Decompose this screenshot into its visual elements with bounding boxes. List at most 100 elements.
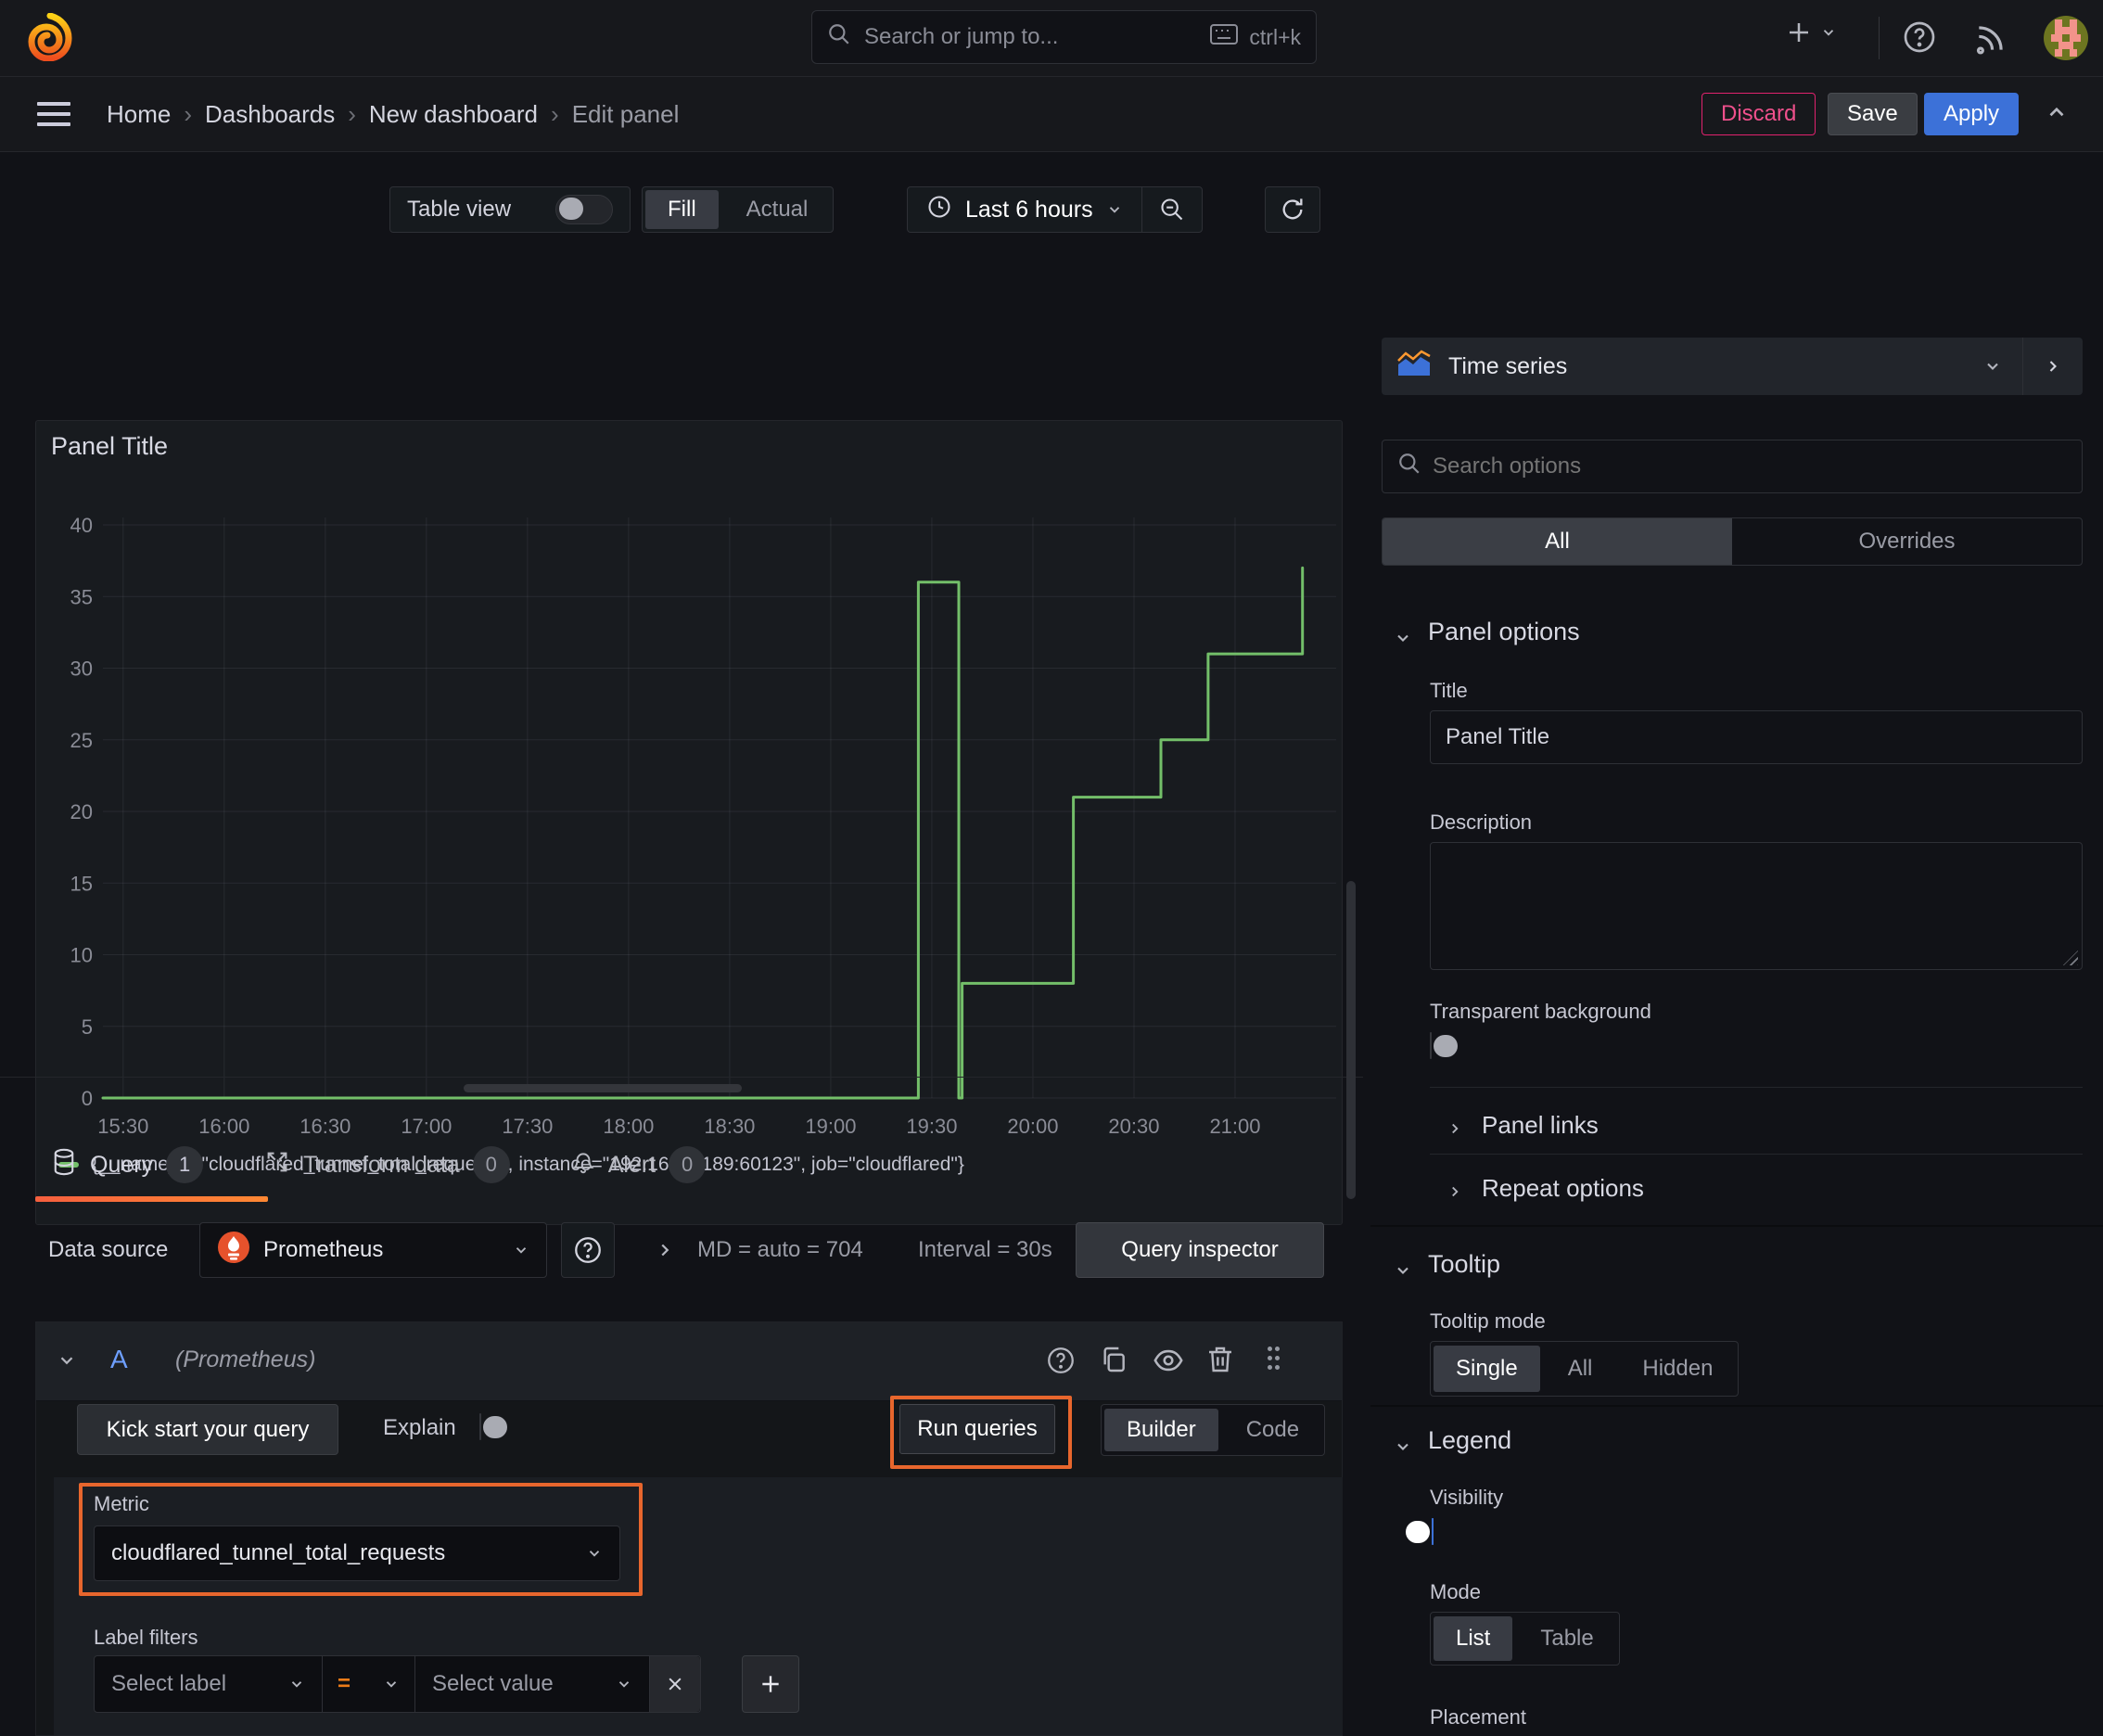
visualization-picker[interactable]: Time series [1382, 338, 2083, 395]
tab-query[interactable]: Query 1 [51, 1146, 204, 1183]
mode-list[interactable]: List [1434, 1616, 1513, 1661]
panel-links-section[interactable]: Panel links [1482, 1111, 1599, 1140]
datasource-picker[interactable]: Prometheus [199, 1222, 547, 1278]
chevron-right-icon[interactable] [1447, 1183, 1463, 1200]
expand-chevron-right-icon[interactable] [655, 1240, 675, 1260]
global-search[interactable]: ctrl+k [811, 10, 1317, 64]
visibility-toggle[interactable] [1406, 1518, 1434, 1545]
options-search-input[interactable] [1433, 453, 2067, 479]
collapse-chevron-down-icon[interactable] [57, 1350, 77, 1371]
avatar[interactable] [2044, 16, 2088, 60]
add-menu-button[interactable] [1785, 19, 1837, 46]
transparent-bg-toggle[interactable] [1430, 1032, 1458, 1059]
vertical-scrollbar[interactable] [1346, 881, 1356, 1199]
panel-title-input[interactable] [1430, 710, 2083, 764]
tooltip-hidden[interactable]: Hidden [1620, 1346, 1735, 1392]
tooltip-all[interactable]: All [1546, 1346, 1615, 1392]
zoom-out-button[interactable] [1142, 187, 1202, 232]
run-queries-button[interactable]: Run queries [899, 1404, 1055, 1454]
collapse-chevron-up-icon[interactable] [2045, 100, 2069, 124]
mode-table[interactable]: Table [1518, 1616, 1615, 1661]
description-textarea[interactable] [1430, 842, 2083, 970]
split-divider [0, 1077, 1363, 1078]
breadcrumb: Home › Dashboards › New dashboard › Edit… [107, 77, 679, 151]
metric-label: Metric [94, 1492, 149, 1515]
tab-overrides[interactable]: Overrides [1732, 518, 2082, 565]
breadcrumb-home[interactable]: Home [107, 100, 171, 129]
bell-icon [571, 1149, 595, 1181]
svg-text:20: 20 [70, 800, 93, 823]
select-value-dropdown[interactable]: Select value [415, 1656, 649, 1712]
tooltip-mode-switch: Single All Hidden [1430, 1341, 1740, 1397]
options-search[interactable] [1382, 440, 2083, 493]
transform-icon [264, 1149, 290, 1181]
search-icon [1397, 452, 1421, 482]
svg-text:21:00: 21:00 [1209, 1115, 1260, 1138]
resize-handle-icon[interactable] [2063, 951, 2078, 965]
chevron-down-icon[interactable] [1394, 629, 1412, 647]
duplicate-query-icon[interactable] [1099, 1345, 1128, 1374]
label-filters-label: Label filters [94, 1626, 198, 1649]
builder-option[interactable]: Builder [1104, 1409, 1218, 1451]
keyboard-icon [1210, 23, 1239, 51]
query-inspector-button[interactable]: Query inspector [1076, 1222, 1324, 1278]
legend-heading[interactable]: Legend [1428, 1426, 1511, 1455]
drag-grip-icon[interactable] [1268, 1347, 1282, 1374]
legend-mode-switch: List Table [1430, 1612, 1620, 1666]
save-button[interactable]: Save [1828, 93, 1918, 135]
actual-option[interactable]: Actual [724, 190, 831, 229]
svg-text:30: 30 [70, 657, 93, 681]
tab-transform-badge: 0 [472, 1146, 510, 1183]
tab-transform[interactable]: Transform data 0 [264, 1146, 510, 1183]
topbar-divider [1879, 17, 1880, 59]
remove-filter-button[interactable] [649, 1656, 700, 1712]
datasource-row: Data source Prometheus MD = auto = 704 I… [0, 1222, 1343, 1278]
apply-button[interactable]: Apply [1924, 93, 2020, 135]
divider [1430, 1154, 2083, 1155]
metric-select[interactable]: cloudflared_tunnel_total_requests [94, 1525, 620, 1581]
hide-query-eye-icon[interactable] [1153, 1347, 1184, 1374]
tab-transform-label: Transform data [303, 1151, 460, 1178]
panel-options-heading[interactable]: Panel options [1428, 618, 1580, 646]
query-row-header[interactable]: A (Prometheus) [36, 1322, 1342, 1401]
edit-main: Table view Fill Actual Last 6 hours Pane… [0, 151, 1363, 1736]
datasource-help-button[interactable] [561, 1222, 615, 1278]
chevron-down-icon[interactable] [1394, 1261, 1412, 1280]
tab-all[interactable]: All [1383, 518, 1732, 565]
repeat-options-section[interactable]: Repeat options [1482, 1174, 1644, 1203]
tab-alert[interactable]: Alert 0 [571, 1146, 707, 1183]
svg-text:18:30: 18:30 [704, 1115, 755, 1138]
time-range-picker[interactable]: Last 6 hours [908, 187, 1141, 232]
help-icon[interactable] [1901, 19, 1938, 56]
operator-dropdown[interactable]: = [323, 1656, 415, 1712]
chevron-down-icon[interactable] [1394, 1437, 1412, 1456]
breadcrumb-dashboards[interactable]: Dashboards [205, 100, 335, 129]
explain-toggle[interactable] [479, 1413, 507, 1440]
grafana-logo-icon[interactable] [28, 12, 72, 68]
code-option[interactable]: Code [1224, 1409, 1321, 1451]
refresh-button[interactable] [1265, 186, 1320, 233]
tooltip-single[interactable]: Single [1434, 1346, 1540, 1392]
select-label-dropdown[interactable]: Select label [95, 1656, 323, 1712]
chevron-right-icon[interactable] [1447, 1120, 1463, 1137]
datasource-label: Data source [48, 1237, 169, 1262]
query-help-icon[interactable] [1045, 1345, 1077, 1376]
chevron-down-icon [589, 1551, 600, 1557]
fill-option[interactable]: Fill [645, 190, 719, 229]
table-view-toggle[interactable] [555, 195, 613, 224]
breadcrumb-edit-panel: Edit panel [571, 99, 680, 128]
search-input[interactable] [862, 23, 1200, 51]
chevron-right-icon: › [184, 99, 193, 128]
discard-button[interactable]: Discard [1702, 93, 1816, 135]
kick-start-button[interactable]: Kick start your query [77, 1404, 338, 1455]
breadcrumb-new-dashboard[interactable]: New dashboard [369, 100, 538, 129]
time-series-chart[interactable]: 051015202530354015:30 16:00 16:30 17:00 17:3… [41, 477, 1339, 1154]
hamburger-menu-icon[interactable] [37, 102, 70, 128]
resize-drag-handle[interactable] [464, 1084, 742, 1092]
tab-query-badge: 1 [166, 1146, 204, 1183]
add-filter-button[interactable] [742, 1655, 799, 1713]
delete-query-trash-icon[interactable] [1206, 1345, 1234, 1374]
news-rss-icon[interactable] [1973, 20, 2008, 56]
collapse-pane-button[interactable] [2022, 338, 2083, 395]
tooltip-heading[interactable]: Tooltip [1428, 1250, 1500, 1279]
